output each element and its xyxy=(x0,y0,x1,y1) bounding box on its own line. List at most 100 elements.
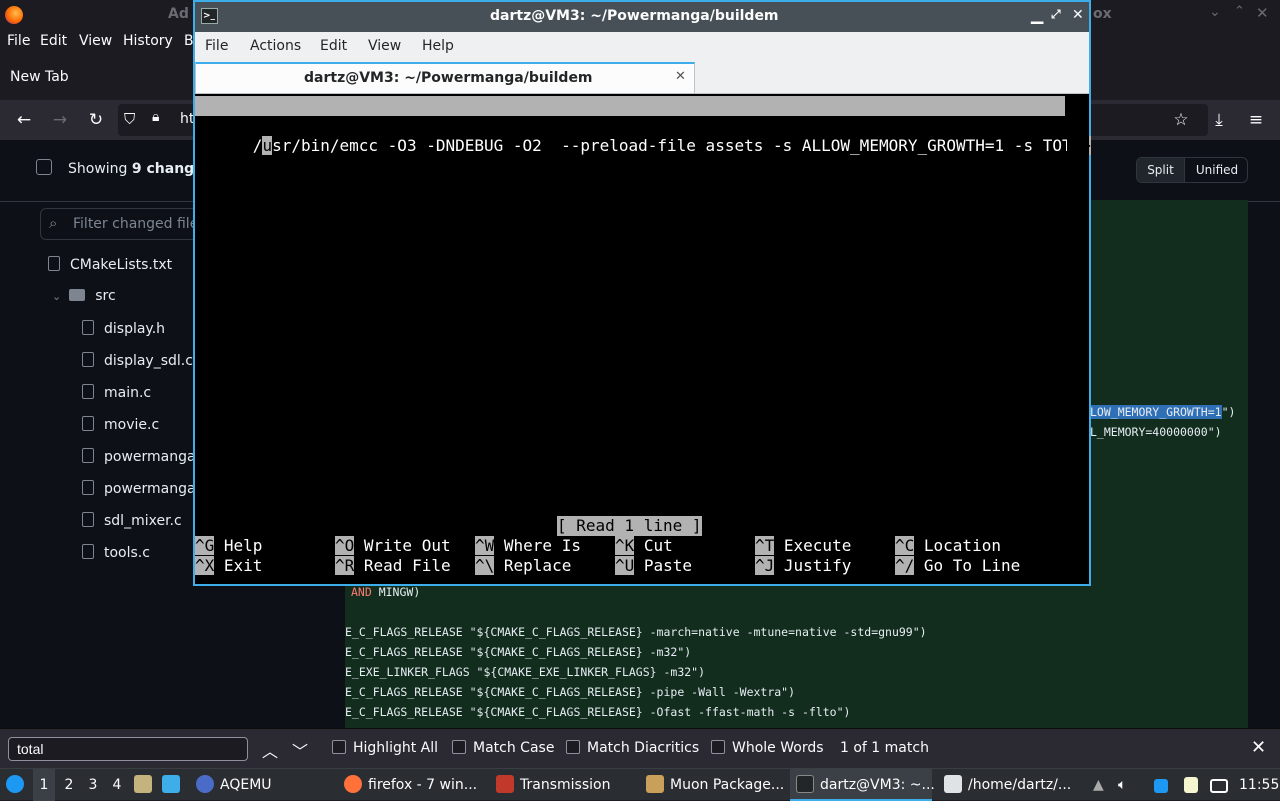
taskbar-aqemu[interactable]: AQEMU xyxy=(196,769,272,801)
terminal-tab-title: dartz@VM3: ~/Powermanga/buildem xyxy=(304,70,593,86)
filter-changed-files-input[interactable]: ⌕ Filter changed files xyxy=(40,208,206,240)
term-menu-file[interactable]: File xyxy=(205,38,228,54)
file-icon xyxy=(82,320,94,335)
firefox-window-title: Ad xyxy=(168,6,189,22)
terminal-tabstrip: dartz@VM3: ~/Powermanga/buildem ✕ xyxy=(195,60,1089,94)
code-line: E_C_FLAGS_RELEASE "${CMAKE_C_FLAGS_RELEA… xyxy=(345,685,796,699)
menu-view[interactable]: View xyxy=(79,33,112,49)
find-bar: ︿ ﹀ Highlight All Match Case Match Diacr… xyxy=(0,728,1280,768)
close-icon[interactable]: ✕ xyxy=(1072,7,1084,23)
file-icon xyxy=(82,512,94,527)
desktop-3[interactable]: 3 xyxy=(82,769,104,801)
file-icon xyxy=(82,384,94,399)
menu-file[interactable]: File xyxy=(7,33,30,49)
file-manager-launcher-icon[interactable] xyxy=(134,769,158,801)
reload-icon[interactable]: ↻ xyxy=(84,108,108,132)
sidebar-toggle-icon[interactable] xyxy=(36,159,52,175)
minimize-icon[interactable]: ▁ xyxy=(1031,5,1043,24)
code-fragment: L_MEMORY=40000000") xyxy=(1090,425,1222,439)
terminal-window: >_ dartz@VM3: ~/Powermanga/buildem ▁ ⤢ ✕… xyxy=(193,0,1091,586)
desktop-1[interactable]: 1 xyxy=(33,769,55,801)
terminal-screen[interactable]: GNU nano 6.2 CMakeFiles/powermanga.dir/l… xyxy=(195,94,1091,584)
file-icon xyxy=(82,480,94,495)
tray-expand-icon[interactable]: ▲ xyxy=(1093,769,1104,801)
bookmark-star-icon[interactable]: ☆ xyxy=(1169,108,1193,132)
term-menu-view[interactable]: View xyxy=(368,38,401,54)
clipboard-icon[interactable] xyxy=(1184,769,1204,801)
downloads-icon[interactable]: ⤓ xyxy=(1207,108,1231,132)
highlight-all-checkbox[interactable]: Highlight All xyxy=(332,740,438,756)
tree-file[interactable]: powermanga.h xyxy=(82,480,209,500)
back-icon[interactable]: ← xyxy=(12,108,36,132)
menu-edit[interactable]: Edit xyxy=(40,33,67,49)
notification-icon[interactable] xyxy=(1154,769,1174,801)
taskbar-transmission[interactable]: Transmission xyxy=(496,769,610,801)
terminal-tab[interactable]: dartz@VM3: ~/Powermanga/buildem ✕ xyxy=(195,62,695,93)
desktop-4[interactable]: 4 xyxy=(106,769,128,801)
unified-button[interactable]: Unified xyxy=(1185,158,1247,182)
taskbar-firefox[interactable]: firefox - 7 win... xyxy=(344,769,477,801)
shortcut-exit: ^X Exit xyxy=(195,556,263,575)
code-line: E_C_FLAGS_RELEASE "${CMAKE_C_FLAGS_RELEA… xyxy=(345,705,851,719)
text-editor-icon xyxy=(944,775,962,793)
minimize-icon[interactable]: ⌄ xyxy=(1209,4,1221,20)
tab-new-tab[interactable]: New Tab xyxy=(0,54,190,100)
app-launcher-icon[interactable] xyxy=(6,769,30,801)
term-menu-help[interactable]: Help xyxy=(422,38,454,54)
desktop-show-icon[interactable] xyxy=(162,769,186,801)
tree-file[interactable]: main.c xyxy=(82,384,151,404)
code-line: E_C_FLAGS_RELEASE "${CMAKE_C_FLAGS_RELEA… xyxy=(345,625,927,639)
tree-file[interactable]: tools.c xyxy=(82,544,150,564)
tab-close-icon[interactable]: ✕ xyxy=(675,69,686,84)
tree-file[interactable]: CMakeLists.txt xyxy=(48,256,172,276)
terminal-titlebar[interactable]: >_ dartz@VM3: ~/Powermanga/buildem ▁ ⤢ ✕ xyxy=(195,2,1089,32)
match-case-checkbox[interactable]: Match Case xyxy=(452,740,554,756)
firefox-logo-icon xyxy=(5,6,23,24)
diff-view-toggle: Split Unified xyxy=(1136,157,1248,183)
network-icon[interactable] xyxy=(1210,769,1234,801)
tree-file[interactable]: sdl_mixer.c xyxy=(82,512,182,532)
lock-icon[interactable]: 🔒︎ xyxy=(152,109,159,125)
terminal-app-icon: >_ xyxy=(201,8,218,24)
package-icon xyxy=(646,775,664,793)
find-previous-icon[interactable]: ︿ xyxy=(262,738,278,762)
nano-header: GNU nano 6.2 CMakeFiles/powermanga.dir/l… xyxy=(195,96,1065,155)
changed-files-summary: Showing 9 changed xyxy=(68,161,214,177)
tree-file[interactable]: display.h xyxy=(82,320,165,340)
find-next-icon[interactable]: ﹀ xyxy=(292,738,308,762)
tree-folder[interactable]: ⌄ src xyxy=(52,288,116,308)
nano-status-message: [ Read 1 line ] xyxy=(557,516,702,536)
file-icon xyxy=(82,352,94,367)
shortcut-write-out: ^O Write Out xyxy=(335,536,451,555)
split-button[interactable]: Split xyxy=(1137,158,1185,182)
tree-file[interactable]: display_sdl.c xyxy=(82,352,193,372)
file-icon xyxy=(82,448,94,463)
close-icon[interactable]: ✕ xyxy=(1256,4,1269,22)
file-icon xyxy=(48,256,60,271)
find-input[interactable] xyxy=(8,737,248,761)
shield-icon[interactable]: ⛉ xyxy=(124,110,135,128)
transmission-icon xyxy=(496,775,514,793)
maximize-icon[interactable]: ⤢ xyxy=(1051,7,1061,22)
taskbar-terminal[interactable]: dartz@VM3: ~... xyxy=(790,769,935,801)
taskbar-editor[interactable]: /home/dartz/... xyxy=(944,769,1071,801)
term-menu-edit[interactable]: Edit xyxy=(320,38,347,54)
maximize-icon[interactable]: ⌃ xyxy=(1234,4,1245,19)
match-diacritics-checkbox[interactable]: Match Diacritics xyxy=(566,740,699,756)
shortcut-execute: ^T Execute xyxy=(755,536,852,555)
find-close-icon[interactable]: ✕ xyxy=(1251,737,1266,758)
whole-words-checkbox[interactable]: Whole Words xyxy=(711,740,824,756)
volume-icon[interactable]: 🔈︎ xyxy=(1118,769,1126,801)
forward-icon[interactable]: → xyxy=(48,108,72,132)
app-menu-icon[interactable]: ≡ xyxy=(1244,108,1268,132)
menu-history[interactable]: History xyxy=(123,33,173,49)
aqemu-icon xyxy=(196,775,214,793)
desktop-2[interactable]: 2 xyxy=(58,769,80,801)
tree-file[interactable]: powermanga.c xyxy=(82,448,208,468)
shortcut-replace: ^\ Replace xyxy=(475,556,572,575)
clock[interactable]: 11:55 xyxy=(1239,769,1279,801)
terminal-scrollbar[interactable] xyxy=(1067,94,1089,584)
taskbar-muon[interactable]: Muon Package... xyxy=(646,769,784,801)
tree-file[interactable]: movie.c xyxy=(82,416,159,436)
term-menu-actions[interactable]: Actions xyxy=(250,38,301,54)
